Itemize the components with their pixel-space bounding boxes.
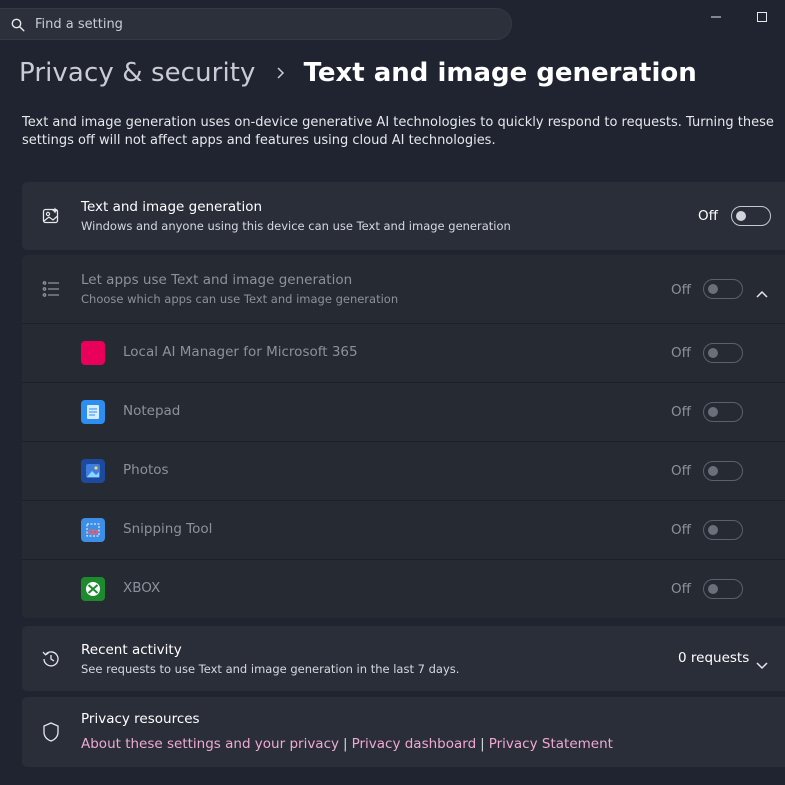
apps-setting-card: Let apps use Text and image generation C… (22, 255, 785, 618)
app-name: Snipping Tool (123, 521, 213, 537)
list-icon (40, 278, 62, 300)
app-state: Off (671, 345, 691, 361)
app-state: Off (671, 463, 691, 479)
main-setting-row[interactable]: Text and image generation Windows and an… (22, 182, 785, 250)
privacy-dashboard-link[interactable]: Privacy dashboard (352, 736, 477, 752)
privacy-resources-row: Privacy resources About these settings a… (22, 697, 785, 767)
main-setting-subtitle: Windows and anyone using this device can… (81, 219, 511, 233)
app-toggle[interactable] (703, 461, 743, 481)
photos-icon (81, 459, 105, 483)
app-state: Off (671, 404, 691, 420)
search-box[interactable] (0, 8, 512, 40)
xbox-icon (81, 577, 105, 601)
breadcrumb: Privacy & security Text and image genera… (19, 58, 697, 88)
window-controls (693, 0, 785, 32)
search-input[interactable] (35, 16, 475, 32)
apps-setting-title: Let apps use Text and image generation (81, 272, 353, 288)
shield-icon (40, 721, 62, 743)
minimize-button[interactable] (693, 0, 739, 32)
apps-setting-state: Off (671, 282, 691, 298)
app-row: Photos Off (22, 441, 785, 500)
apps-setting-subtitle: Choose which apps can use Text and image… (81, 292, 399, 306)
app-state: Off (671, 522, 691, 538)
local-ai-manager-icon (81, 341, 105, 365)
recent-activity-subtitle: See requests to use Text and image gener… (81, 661, 460, 676)
app-row: XBOX Off (22, 559, 785, 618)
app-name: XBOX (123, 580, 161, 596)
search-icon (11, 17, 25, 32)
maximize-button[interactable] (739, 0, 785, 32)
privacy-resources-card: Privacy resources About these settings a… (22, 697, 785, 767)
chevron-right-icon (276, 67, 286, 79)
main-setting-state: Off (698, 208, 718, 224)
app-name: Photos (123, 462, 169, 478)
page-title: Text and image generation (303, 58, 697, 88)
main-setting-card: Text and image generation Windows and an… (22, 182, 785, 250)
app-toggle[interactable] (703, 402, 743, 422)
main-setting-toggle[interactable] (731, 206, 771, 226)
recent-activity-count: 0 requests (678, 650, 750, 666)
app-state: Off (671, 581, 691, 597)
link-separator: | (343, 736, 348, 752)
app-row: Notepad Off (22, 382, 785, 441)
snipping-tool-icon (81, 518, 105, 542)
privacy-resources-title: Privacy resources (81, 711, 200, 727)
chevron-down-icon[interactable] (756, 655, 768, 674)
app-toggle[interactable] (703, 343, 743, 363)
app-name: Notepad (123, 403, 181, 419)
chevron-up-icon[interactable] (756, 283, 768, 302)
recent-activity-row[interactable]: Recent activity See requests to use Text… (22, 626, 785, 691)
apps-setting-toggle[interactable] (703, 279, 743, 299)
history-icon (40, 648, 62, 670)
app-toggle[interactable] (703, 579, 743, 599)
app-row: Local AI Manager for Microsoft 365 Off (22, 323, 785, 382)
main-setting-title: Text and image generation (81, 199, 263, 215)
recent-activity-card[interactable]: Recent activity See requests to use Text… (22, 626, 785, 691)
breadcrumb-parent[interactable]: Privacy & security (19, 58, 256, 88)
apps-setting-row[interactable]: Let apps use Text and image generation C… (22, 255, 785, 323)
minimize-icon (711, 7, 721, 26)
app-name: Local AI Manager for Microsoft 365 (123, 344, 358, 360)
link-separator: | (480, 736, 485, 752)
image-generation-icon (40, 205, 62, 227)
about-settings-link[interactable]: About these settings and your privacy (81, 736, 339, 752)
maximize-icon (757, 7, 767, 26)
privacy-statement-link[interactable]: Privacy Statement (489, 736, 613, 752)
recent-activity-title: Recent activity (81, 641, 182, 658)
page-description: Text and image generation uses on-device… (22, 115, 774, 148)
notepad-icon (81, 400, 105, 424)
app-toggle[interactable] (703, 520, 743, 540)
settings-window: Privacy & security Text and image genera… (0, 0, 785, 785)
app-row: Snipping Tool Off (22, 500, 785, 559)
